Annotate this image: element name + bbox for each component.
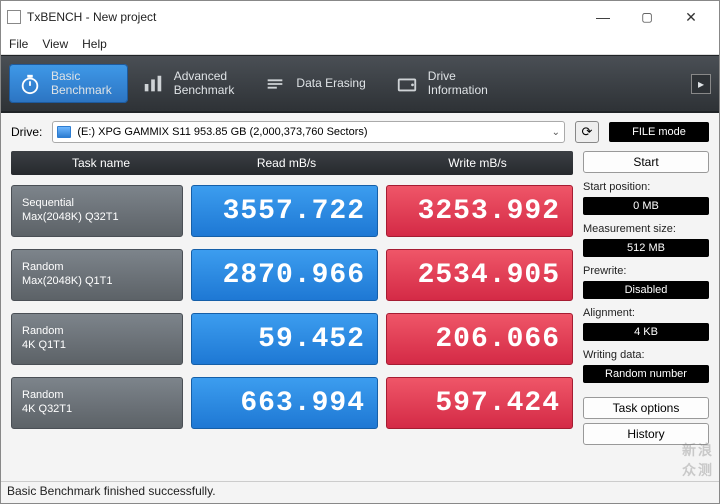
start-position-value[interactable]: 0 MB (583, 197, 709, 215)
drive-label: Drive: (11, 125, 42, 139)
tab-label: AdvancedBenchmark (174, 70, 235, 98)
tab-advanced-benchmark[interactable]: AdvancedBenchmark (132, 64, 251, 104)
status-text: Basic Benchmark finished successfully. (7, 484, 216, 498)
task-button-rand-q1t1-2048k[interactable]: RandomMax(2048K) Q1T1 (11, 249, 183, 301)
tab-label: Data Erasing (296, 77, 365, 91)
label-alignment: Alignment: (583, 307, 709, 319)
read-value: 59.452 (191, 313, 378, 365)
erase-icon (264, 73, 286, 95)
tab-drive-information[interactable]: DriveInformation (386, 64, 504, 104)
tab-data-erasing[interactable]: Data Erasing (254, 67, 381, 101)
task-button-rand-4k-q1t1[interactable]: Random4K Q1T1 (11, 313, 183, 365)
history-button[interactable]: History (583, 423, 709, 445)
side-panel: Start Start position: 0 MB Measurement s… (583, 151, 709, 481)
task-button-seq-q32t1[interactable]: SequentialMax(2048K) Q32T1 (11, 185, 183, 237)
menu-help[interactable]: Help (82, 37, 107, 51)
tab-label: BasicBenchmark (51, 70, 112, 98)
window-title: TxBENCH - New project (27, 10, 156, 24)
measurement-size-value[interactable]: 512 MB (583, 239, 709, 257)
reload-icon: ⟳ (582, 124, 593, 140)
maximize-button[interactable] (625, 3, 669, 31)
task-options-button[interactable]: Task options (583, 397, 709, 419)
read-value: 3557.722 (191, 185, 378, 237)
chevron-down-icon: ⌄ (552, 127, 560, 138)
drive-value: (E:) XPG GAMMIX S11 953.85 GB (2,000,373… (77, 126, 367, 138)
app-window: TxBENCH - New project File View Help Bas… (0, 0, 720, 504)
write-value: 2534.905 (386, 249, 573, 301)
prewrite-value[interactable]: Disabled (583, 281, 709, 299)
drive-select[interactable]: (E:) XPG GAMMIX S11 953.85 GB (2,000,373… (52, 121, 565, 143)
bar-chart-icon (142, 73, 164, 95)
start-button[interactable]: Start (583, 151, 709, 173)
app-icon (7, 10, 21, 24)
col-read: Read mB/s (191, 156, 382, 170)
label-start-position: Start position: (583, 181, 709, 193)
col-task: Task name (11, 156, 191, 170)
file-mode-button[interactable]: FILE mode (609, 122, 709, 142)
close-button[interactable] (669, 3, 713, 31)
stopwatch-icon (19, 73, 41, 95)
content-area: Drive: (E:) XPG GAMMIX S11 953.85 GB (2,… (1, 113, 719, 481)
label-measurement-size: Measurement size: (583, 223, 709, 235)
results-header: Task name Read mB/s Write mB/s (11, 151, 573, 175)
read-value: 663.994 (191, 377, 378, 429)
result-row: RandomMax(2048K) Q1T1 2870.966 2534.905 (11, 249, 573, 301)
reload-button[interactable]: ⟳ (575, 121, 599, 143)
result-row: SequentialMax(2048K) Q32T1 3557.722 3253… (11, 185, 573, 237)
title-bar: TxBENCH - New project (1, 1, 719, 33)
tab-label: DriveInformation (428, 70, 488, 98)
menu-file[interactable]: File (9, 37, 28, 51)
menu-view[interactable]: View (42, 37, 68, 51)
status-bar: Basic Benchmark finished successfully. (1, 481, 719, 503)
minimize-button[interactable] (581, 3, 625, 31)
label-writing-data: Writing data: (583, 349, 709, 361)
col-write: Write mB/s (382, 156, 573, 170)
task-button-rand-4k-q32t1[interactable]: Random4K Q32T1 (11, 377, 183, 429)
writing-data-value[interactable]: Random number (583, 365, 709, 383)
label-prewrite: Prewrite: (583, 265, 709, 277)
tabs-overflow-button[interactable]: ▸ (691, 74, 711, 94)
write-value: 597.424 (386, 377, 573, 429)
alignment-value[interactable]: 4 KB (583, 323, 709, 341)
drive-glyph-icon (57, 126, 71, 138)
write-value: 3253.992 (386, 185, 573, 237)
result-row: Random4K Q1T1 59.452 206.066 (11, 313, 573, 365)
read-value: 2870.966 (191, 249, 378, 301)
drive-row: Drive: (E:) XPG GAMMIX S11 953.85 GB (2,… (11, 121, 709, 143)
tab-basic-benchmark[interactable]: BasicBenchmark (9, 64, 128, 104)
result-row: Random4K Q32T1 663.994 597.424 (11, 377, 573, 429)
write-value: 206.066 (386, 313, 573, 365)
menu-bar: File View Help (1, 33, 719, 55)
tab-strip: BasicBenchmark AdvancedBenchmark Data Er… (1, 55, 719, 113)
results-panel: Task name Read mB/s Write mB/s Sequentia… (11, 151, 573, 481)
drive-icon (396, 73, 418, 95)
